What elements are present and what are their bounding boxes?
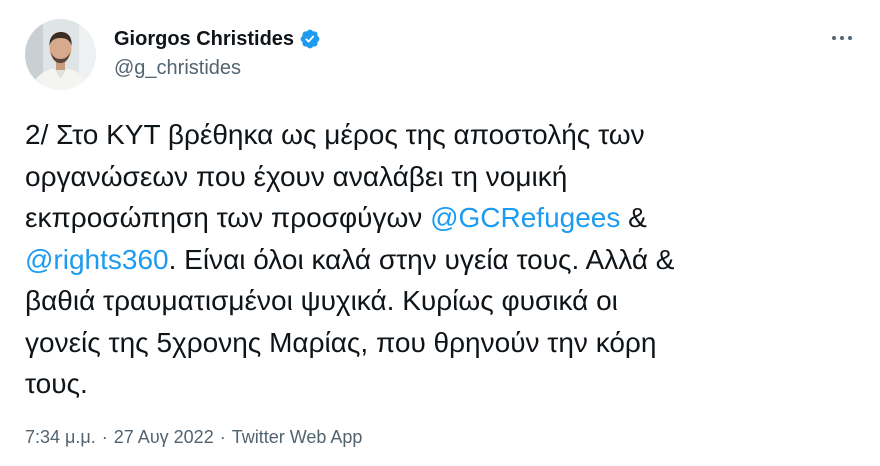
tweet-text-segment: 2/ Στο ΚΥΤ βρέθηκα ως μέρος της αποστολή… [25, 119, 645, 150]
tweet-text-segment: οργανώσεων που έχουν αναλάβει τη νομική [25, 160, 568, 192]
tweet-text-segment: . Είναι όλοι καλά στην υγεία τους. Αλλά … [168, 243, 675, 275]
tweet-text-segment: τους. [25, 368, 88, 399]
more-options-icon[interactable] [826, 26, 858, 50]
tweet-text-segment: εκπροσώπηση των προσφύγων [25, 202, 431, 233]
author-handle[interactable]: @g_christides [114, 57, 241, 80]
tweet-card: Giorgos Christides @g_christides 2/ Στο … [0, 0, 880, 466]
author-display-name[interactable]: Giorgos Christides [114, 28, 294, 51]
mention-link[interactable]: @GCRefugees [430, 202, 620, 233]
verified-badge-icon [299, 28, 321, 50]
tweet-text-line: @rights360. Είναι όλοι καλά στην υγεία τ… [25, 239, 855, 281]
tweet-text: 2/ Στο ΚΥΤ βρέθηκα ως μέρος της αποστολή… [25, 114, 855, 405]
tweet-text-line: εκπροσώπηση των προσφύγων @GCRefugees & [25, 197, 855, 239]
tweet-date[interactable]: 27 Αυγ 2022 [114, 427, 214, 447]
tweet-text-line: τους. [25, 363, 855, 405]
tweet-meta: 7:34 μ.μ. · 27 Αυγ 2022 · Twitter Web App [25, 427, 362, 448]
mention-link[interactable]: @rights360 [25, 244, 169, 275]
meta-separator: · [101, 427, 108, 447]
tweet-text-segment: γονείς της 5χρονης Μαρίας, που θρηνούν τ… [25, 326, 657, 358]
tweet-text-segment: βαθιά τραυματισμένοι ψυχικά. Κυρίως φυσι… [25, 285, 618, 316]
tweet-source[interactable]: Twitter Web App [232, 427, 363, 447]
author-name-row: Giorgos Christides [114, 26, 321, 52]
tweet-timestamp[interactable]: 7:34 μ.μ. [25, 427, 96, 447]
tweet-text-line: βαθιά τραυματισμένοι ψυχικά. Κυρίως φυσι… [25, 280, 855, 322]
avatar[interactable] [25, 19, 96, 90]
tweet-text-segment: & [620, 202, 647, 233]
meta-separator: · [219, 427, 226, 447]
avatar-image [25, 19, 96, 90]
tweet-text-line: 2/ Στο ΚΥΤ βρέθηκα ως μέρος της αποστολή… [25, 114, 855, 156]
tweet-text-line: γονείς της 5χρονης Μαρίας, που θρηνούν τ… [25, 322, 855, 364]
tweet-text-line: οργανώσεων που έχουν αναλάβει τη νομική [25, 156, 855, 198]
